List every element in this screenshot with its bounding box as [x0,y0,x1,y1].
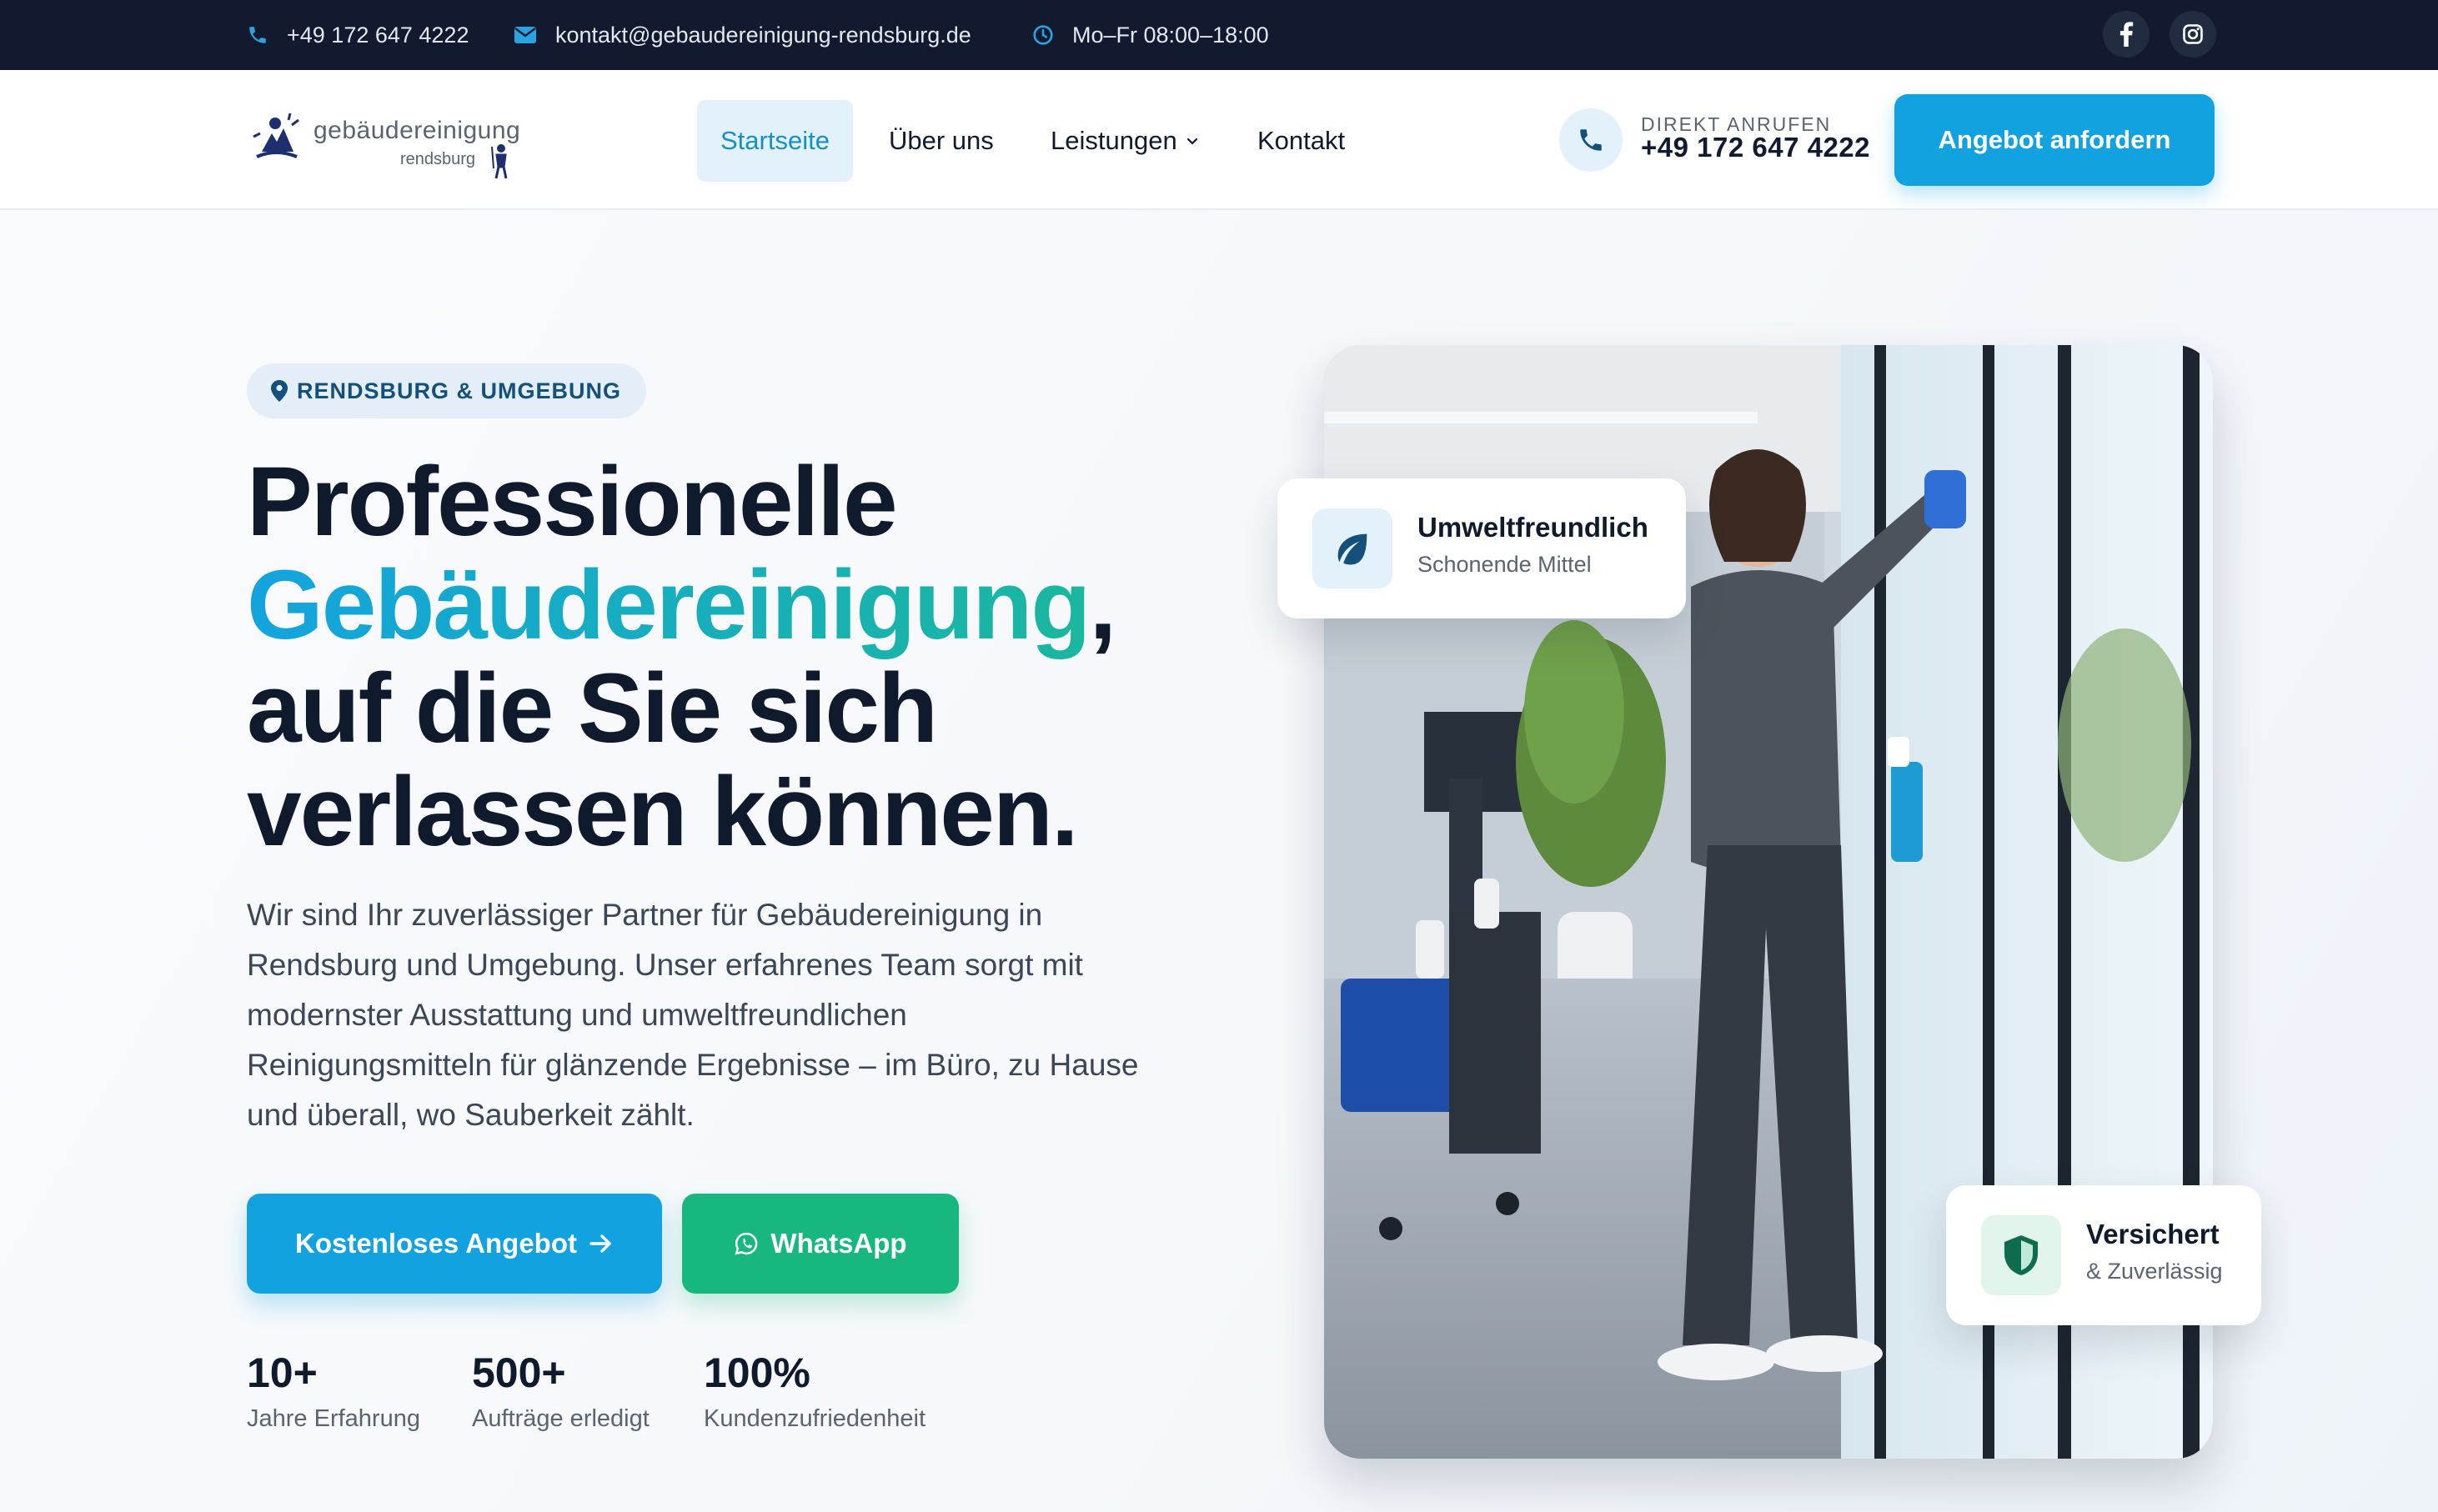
main-header: gebäudereinigung rendsburg Startseite Üb… [0,70,2438,210]
site-logo[interactable]: gebäudereinigung rendsburg [247,100,520,180]
topbar-email-text: kontakt@gebaudereinigung-rendsburg.de [555,22,971,48]
location-text: RENDSBURG & UMGEBUNG [297,378,622,403]
eco-card-title: Umweltfreundlich [1417,512,1648,543]
instagram-link[interactable] [2170,11,2216,58]
topbar-hours-text: Mo–Fr 08:00–18:00 [1072,22,1269,48]
leaf-icon [1337,533,1367,565]
stat-experience-label: Jahre Erfahrung [247,1405,420,1432]
whatsapp-label: WhatsApp [770,1228,907,1259]
facebook-link[interactable] [2103,11,2150,58]
chevron-down-icon [1186,138,1197,145]
hero-headline: Professionelle Gebäudereinigung, auf die… [247,450,1247,864]
insured-icon-box [1981,1215,2061,1295]
headline-line-1: Professionelle [247,447,898,557]
topbar-email[interactable]: kontakt@gebaudereinigung-rendsburg.de [514,0,971,70]
call-circle[interactable] [1559,108,1623,172]
stat-orders-value: 500+ [472,1349,566,1396]
eco-icon-box [1312,508,1392,588]
phone-icon [1580,129,1602,151]
logo-mark-icon [253,113,299,158]
nav-leistungen[interactable]: Leistungen [1051,100,1199,182]
logo-text-main: gebäudereinigung [314,117,521,144]
shield-icon [2004,1235,2038,1275]
free-quote-label: Kostenloses Angebot [295,1228,577,1259]
nav-kontakt-label: Kontakt [1257,126,1346,155]
nav-ueber-uns[interactable]: Über uns [889,100,994,182]
headline-highlight: Gebäudereinigung [247,550,1091,660]
location-badge: RENDSBURG & UMGEBUNG [247,363,647,418]
location-pin-icon [271,380,288,402]
stat-orders: 500+ Aufträge erledigt [472,1349,650,1433]
topbar-hours: Mo–Fr 08:00–18:00 [1032,0,1269,70]
arrow-right-icon [589,1234,611,1253]
headline-line-2: auf die Sie sich [247,653,938,764]
instagram-icon [2183,24,2203,44]
insured-card: Versichert & Zuverlässig [1946,1185,2261,1325]
request-quote-button[interactable]: Angebot anfordern [1894,94,2215,186]
eco-friendly-card: Umweltfreundlich Schonende Mittel [1277,478,1686,618]
whatsapp-icon [735,1232,758,1255]
stat-experience-value: 10+ [247,1349,318,1396]
whatsapp-button[interactable]: WhatsApp [682,1194,959,1294]
facebook-icon [2119,22,2134,47]
hero-lead-text: Wir sind Ihr zuverlässiger Partner für G… [247,898,1139,1132]
nav-kontakt[interactable]: Kontakt [1257,100,1345,182]
top-bar: +49 172 647 4222 kontakt@gebaudereinigun… [0,0,2438,70]
call-number[interactable]: +49 172 647 4222 [1641,132,1870,163]
stat-satisfaction-value: 100% [704,1349,810,1396]
clock-icon [1033,25,1053,45]
headline-line-3: verlassen können. [247,757,1079,867]
nav-startseite-label: Startseite [720,126,830,155]
topbar-phone-text: +49 172 647 4222 [287,22,469,48]
nav-startseite[interactable]: Startseite [697,100,853,182]
eco-card-subtitle: Schonende Mittel [1417,552,1592,577]
stat-satisfaction: 100% Kundenzufriedenheit [704,1349,926,1433]
stat-orders-label: Aufträge erledigt [472,1405,650,1432]
logo-text-sub: rendsburg [400,150,476,168]
insured-card-title: Versichert [2086,1219,2220,1249]
mail-icon [514,27,536,43]
insured-card-subtitle: & Zuverlässig [2086,1259,2223,1284]
headline-comma: , [1089,550,1116,660]
topbar-phone[interactable]: +49 172 647 4222 [247,0,469,70]
nav-leistungen-label: Leistungen [1051,126,1177,155]
phone-icon [249,27,266,43]
logo-figure-icon [491,144,508,179]
stat-experience: 10+ Jahre Erfahrung [247,1349,420,1433]
free-quote-button[interactable]: Kostenloses Angebot [247,1194,662,1294]
nav-ueber-uns-label: Über uns [889,126,994,155]
stat-satisfaction-label: Kundenzufriedenheit [704,1405,926,1432]
